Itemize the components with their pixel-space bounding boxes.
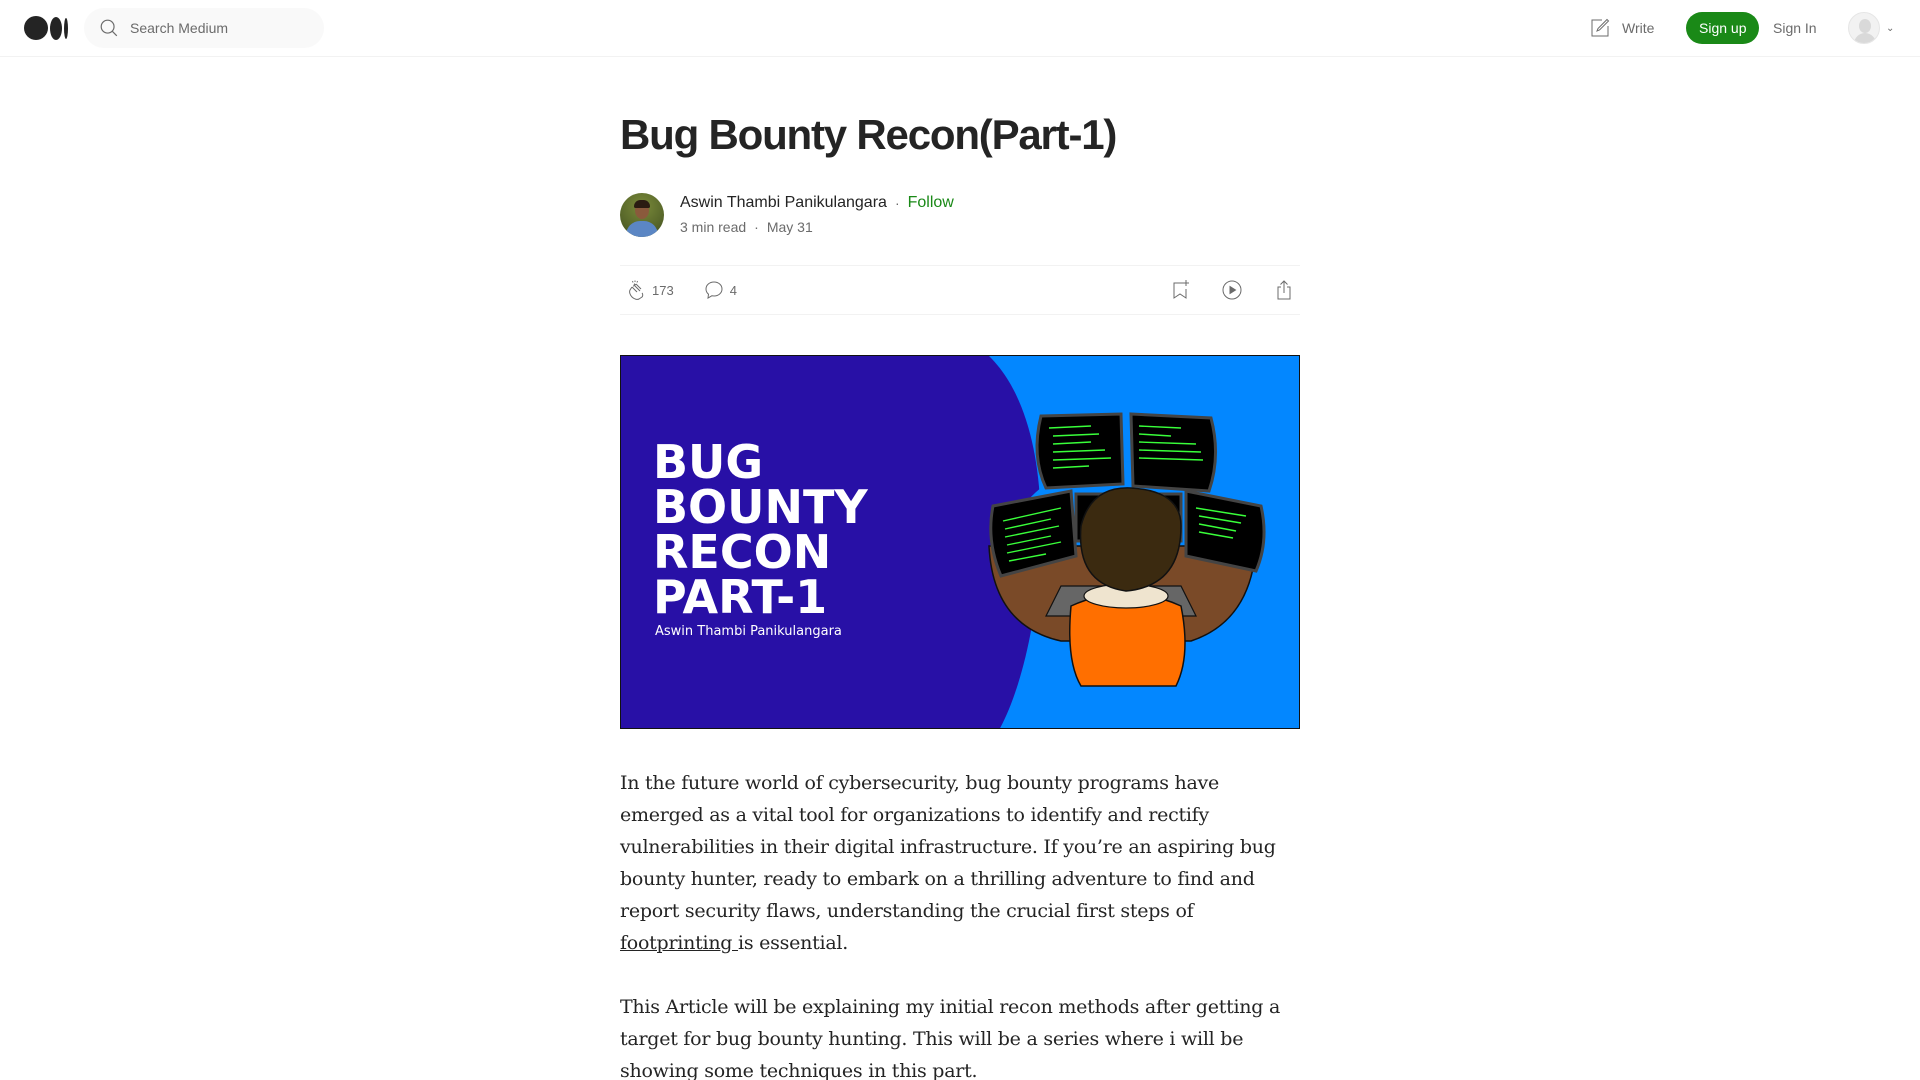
play-icon	[1222, 280, 1242, 300]
search-icon	[100, 19, 118, 37]
read-time: 3 min read	[680, 219, 747, 235]
byline-row-author: Aswin Thambi Panikulangara · Follow	[680, 193, 954, 213]
paragraph-text: is essential.	[738, 932, 849, 954]
publish-date: May 31	[766, 219, 813, 235]
bookmark-button[interactable]	[1168, 278, 1192, 302]
separator-dot: ·	[894, 195, 900, 211]
avatar-hair	[634, 200, 650, 208]
avatar-shirt	[626, 221, 658, 237]
logo-ellipse-medium	[50, 16, 62, 40]
clap-count: 173	[652, 282, 674, 298]
author-avatar[interactable]	[620, 193, 664, 237]
avatar-body	[1854, 33, 1876, 43]
chevron-down-icon: ⌄	[1886, 22, 1895, 34]
medium-logo[interactable]	[24, 16, 68, 40]
write-icon	[1591, 18, 1610, 37]
write-label: Write	[1622, 20, 1655, 36]
paragraph-text: In the future world of cybersecurity, bu…	[620, 772, 1276, 922]
top-navbar: Write Sign up Sign In ⌄	[0, 0, 1920, 57]
byline: Aswin Thambi Panikulangara · Follow 3 mi…	[620, 193, 1300, 237]
sign-in-link[interactable]: Sign In	[1773, 20, 1817, 36]
bookmark-add-icon	[1173, 280, 1189, 299]
hero-title: BUG BOUNTY RECON PART-1	[653, 435, 868, 624]
search-bar[interactable]	[84, 8, 324, 48]
hero-image: BUG BOUNTY RECON PART-1 Aswin Thambi Pan…	[620, 355, 1300, 729]
article-title: Bug Bounty Recon(Part-1)	[620, 111, 1117, 158]
share-button[interactable]	[1272, 278, 1296, 302]
hero-title-line: RECON	[653, 525, 832, 579]
logo-ellipse-small	[64, 17, 68, 39]
responses-button[interactable]: 4	[702, 278, 737, 302]
write-button[interactable]: Write	[1588, 16, 1654, 40]
user-avatar-placeholder	[1848, 12, 1880, 44]
byline-text: Aswin Thambi Panikulangara · Follow 3 mi…	[680, 193, 954, 237]
paragraph: In the future world of cybersecurity, bu…	[620, 767, 1300, 959]
share-icon	[1277, 280, 1291, 300]
user-menu[interactable]: ⌄	[1848, 12, 1894, 44]
hero-title-line: PART-1	[653, 570, 828, 624]
avatar-head	[1859, 19, 1871, 33]
comment-icon	[705, 281, 723, 299]
action-bar-right	[1168, 278, 1296, 302]
clap-button[interactable]: 173	[624, 278, 674, 302]
byline-row-meta: 3 min read · May 31	[680, 217, 954, 237]
hero-title-line: BOUNTY	[653, 480, 868, 534]
author-name-link[interactable]: Aswin Thambi Panikulangara	[680, 193, 887, 213]
sign-up-button[interactable]: Sign up	[1686, 12, 1760, 44]
paragraph: This Article will be explaining my initi…	[620, 996, 1281, 1080]
article: Bug Bounty Recon(Part-1) Aswin Thambi Pa…	[620, 57, 1300, 1080]
article-action-bar: 173 4	[620, 265, 1300, 315]
listen-button[interactable]	[1220, 278, 1244, 302]
response-count: 4	[729, 282, 737, 298]
footprinting-link[interactable]: footprinting	[620, 932, 738, 954]
follow-button[interactable]: Follow	[908, 193, 954, 213]
logo-circle-large	[24, 16, 48, 40]
separator-dot: ·	[754, 219, 759, 235]
search-input[interactable]	[130, 20, 300, 36]
hero-title-line: BUG	[653, 435, 764, 489]
article-body: In the future world of cybersecurity, bu…	[620, 767, 1300, 1080]
clap-icon	[629, 280, 644, 300]
hero-author: Aswin Thambi Panikulangara	[655, 624, 842, 639]
action-bar-left: 173 4	[624, 278, 737, 302]
